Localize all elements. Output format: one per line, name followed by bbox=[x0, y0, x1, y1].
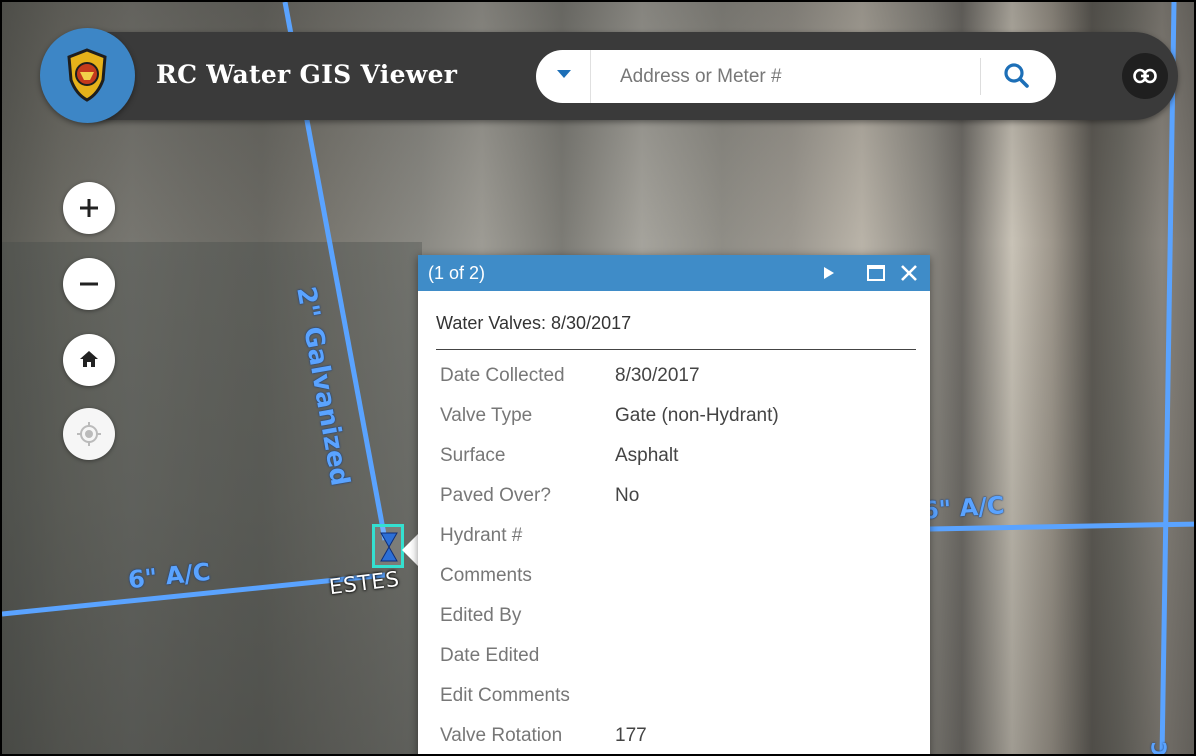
home-button[interactable] bbox=[63, 334, 115, 386]
attribute-name: Date Edited bbox=[440, 645, 540, 666]
popup-title: Water Valves: 8/30/2017 bbox=[436, 313, 632, 333]
search-source-dropdown[interactable] bbox=[536, 50, 591, 103]
app-logo[interactable] bbox=[40, 28, 135, 123]
maximize-icon bbox=[867, 265, 885, 281]
attribute-name: Hydrant # bbox=[440, 525, 523, 546]
play-next-icon bbox=[824, 267, 834, 279]
close-button[interactable] bbox=[898, 262, 920, 289]
pipe-label-edge: C bbox=[1147, 741, 1172, 756]
attribute-value: Gate (non-Hydrant) bbox=[615, 405, 779, 426]
popup-header: (1 of 2) bbox=[418, 255, 930, 291]
plus-icon bbox=[80, 199, 98, 217]
search-button[interactable] bbox=[992, 58, 1042, 96]
zoom-out-button[interactable] bbox=[63, 258, 115, 310]
attribute-name: Edited By bbox=[440, 605, 522, 626]
attribute-name: Date Collected bbox=[440, 365, 565, 386]
attribute-name: Valve Type bbox=[440, 405, 533, 426]
share-link-button[interactable] bbox=[1122, 53, 1168, 99]
zoom-in-button[interactable] bbox=[63, 182, 115, 234]
home-icon bbox=[80, 351, 98, 367]
attribute-value: Asphalt bbox=[615, 445, 679, 466]
water-line-east-vertical[interactable] bbox=[1159, 2, 1177, 756]
locate-icon bbox=[77, 422, 101, 446]
search-icon bbox=[1004, 63, 1029, 88]
close-icon bbox=[901, 265, 917, 281]
feature-popup: (1 of 2) Water Valves: 8/30/2017 Date Co… bbox=[418, 255, 930, 754]
attribute-name: Edit Comments bbox=[440, 685, 570, 706]
search-divider bbox=[980, 58, 981, 95]
maximize-button[interactable] bbox=[866, 263, 886, 288]
attribute-name: Paved Over? bbox=[440, 485, 551, 506]
attribute-value: 8/30/2017 bbox=[615, 365, 700, 386]
badge-icon bbox=[67, 48, 107, 102]
caret-down-icon bbox=[557, 70, 571, 78]
popup-divider bbox=[436, 349, 916, 350]
search-box bbox=[536, 50, 1056, 103]
attribute-value: 177 bbox=[615, 725, 647, 746]
valve-icon bbox=[380, 532, 398, 562]
app-title: RC Water GIS Viewer bbox=[156, 60, 458, 89]
attribute-name: Valve Rotation bbox=[440, 725, 563, 746]
search-input[interactable] bbox=[598, 56, 992, 98]
water-line-ac-right[interactable] bbox=[929, 521, 1196, 532]
attribute-value: No bbox=[615, 485, 640, 506]
attribute-name: Comments bbox=[440, 565, 532, 586]
attribute-name: Surface bbox=[440, 445, 506, 466]
selected-valve-marker[interactable] bbox=[372, 524, 404, 568]
pipe-label-ac-right: 6" A/C bbox=[921, 491, 1006, 525]
app-frame: 2" Galvanized 6" A/C 6" A/C C ESTES RC W… bbox=[0, 0, 1196, 756]
popup-feature-count: (1 of 2) bbox=[428, 263, 486, 283]
locate-button[interactable] bbox=[63, 408, 115, 460]
minus-icon bbox=[80, 282, 98, 286]
popup-pointer bbox=[402, 534, 418, 566]
link-icon bbox=[1133, 68, 1157, 84]
next-feature-button[interactable] bbox=[822, 265, 836, 286]
